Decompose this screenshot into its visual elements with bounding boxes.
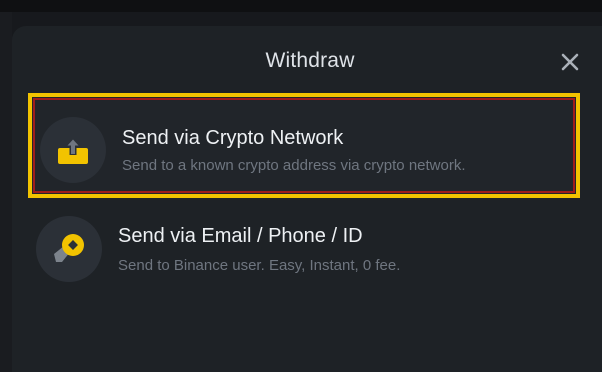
close-icon: [561, 53, 579, 71]
close-button[interactable]: [556, 48, 584, 76]
screen: Withdraw Send via Crypto Network Send to…: [0, 0, 602, 372]
top-bar: [0, 0, 602, 12]
dialog-title: Withdraw: [265, 49, 355, 72]
send-via-crypto-network-option[interactable]: Send via Crypto Network Send to a known …: [28, 93, 580, 198]
option-title: Send via Crypto Network: [122, 127, 344, 149]
withdraw-sheet: [12, 26, 602, 372]
binance-pay-icon: [54, 234, 84, 262]
send-via-email-phone-id-option[interactable]: Send via Email / Phone / ID Send to Bina…: [28, 200, 580, 300]
upload-tray-icon: [58, 137, 88, 164]
option-subtitle: Send to a known crypto address via crypt…: [122, 157, 466, 174]
option-subtitle: Send to Binance user. Easy, Instant, 0 f…: [118, 257, 401, 274]
crypto-network-icon-badge: [40, 117, 106, 183]
option-title: Send via Email / Phone / ID: [118, 225, 363, 247]
binance-pay-icon-badge: [36, 216, 102, 282]
